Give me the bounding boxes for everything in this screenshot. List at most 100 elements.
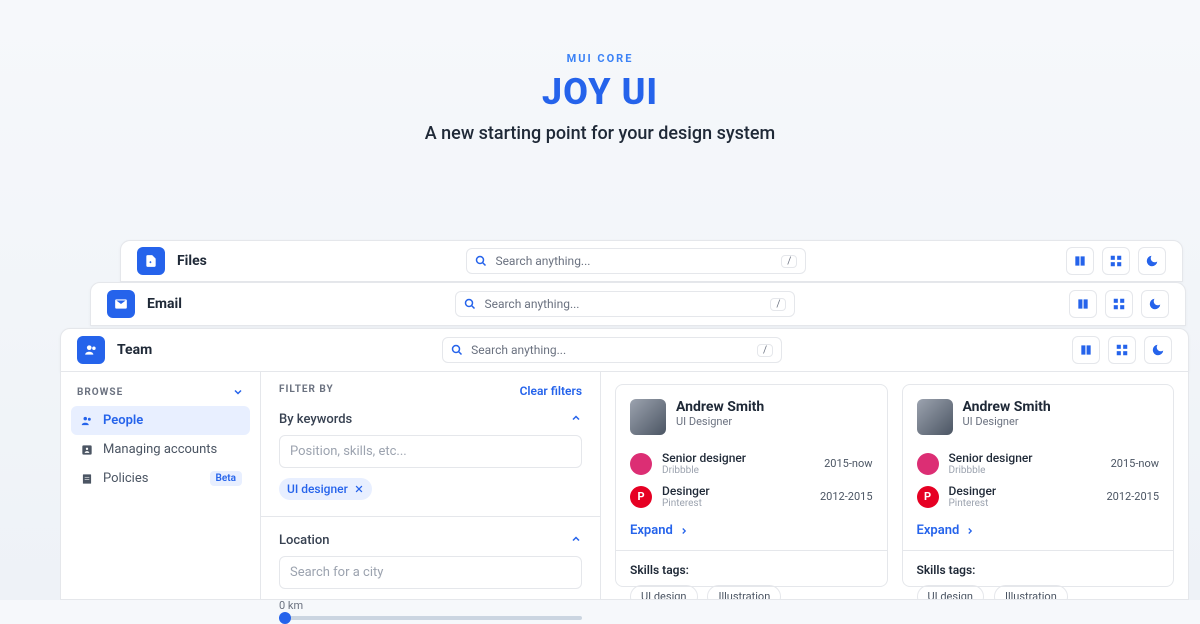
job-dates: 2015-now bbox=[824, 457, 872, 470]
account-icon bbox=[79, 443, 95, 457]
search-placeholder: Search anything... bbox=[484, 297, 579, 311]
chevron-right-icon bbox=[679, 526, 689, 536]
location-input[interactable]: Search for a city bbox=[279, 556, 582, 589]
location-label: Location bbox=[279, 533, 329, 548]
clear-filters-button[interactable]: Clear filters bbox=[520, 384, 582, 398]
grid-icon[interactable] bbox=[1105, 290, 1133, 318]
job-company: Dribbble bbox=[662, 465, 746, 476]
sidebar-heading: BROWSE bbox=[77, 387, 123, 398]
search-placeholder: Search anything... bbox=[495, 254, 590, 268]
person-card: Andrew Smith UI Designer Senior designer… bbox=[902, 384, 1175, 587]
hero-subtitle: A new starting point for your design sys… bbox=[0, 123, 1200, 144]
sidebar-item-label: People bbox=[103, 413, 143, 428]
distance-slider[interactable] bbox=[279, 616, 582, 620]
job-row: Senior designerDribbble 2015-now bbox=[630, 447, 873, 480]
slider-thumb[interactable] bbox=[279, 612, 291, 624]
job-company: Pinterest bbox=[949, 498, 997, 509]
moon-icon[interactable] bbox=[1144, 336, 1172, 364]
skill-tag[interactable]: Illustration bbox=[994, 585, 1068, 599]
team-icon bbox=[77, 336, 105, 364]
avatar bbox=[630, 399, 666, 435]
job-row: P DesingerPinterest 2012-2015 bbox=[630, 480, 873, 513]
chevron-up-icon[interactable] bbox=[570, 533, 582, 545]
chevron-down-icon[interactable] bbox=[232, 386, 244, 398]
kbd-slash: / bbox=[770, 298, 786, 311]
person-role: UI Designer bbox=[963, 415, 1051, 428]
expand-button[interactable]: Expand bbox=[630, 523, 689, 538]
files-icon bbox=[137, 247, 165, 275]
kbd-slash: / bbox=[757, 344, 773, 357]
divider bbox=[903, 550, 1174, 551]
keywords-label: By keywords bbox=[279, 412, 352, 427]
hero-eyebrow: MUI CORE bbox=[0, 52, 1200, 65]
close-icon[interactable] bbox=[354, 484, 364, 494]
search-icon bbox=[464, 298, 476, 310]
person-card: Andrew Smith UI Designer Senior designer… bbox=[615, 384, 888, 587]
email-icon bbox=[107, 290, 135, 318]
team-label: Team bbox=[117, 342, 152, 358]
person-role: UI Designer bbox=[676, 415, 764, 428]
email-label: Email bbox=[147, 296, 182, 312]
email-search[interactable]: Search anything... / bbox=[455, 291, 795, 317]
search-placeholder: Search anything... bbox=[471, 343, 566, 357]
job-dates: 2015-now bbox=[1111, 457, 1159, 470]
job-title: Desinger bbox=[949, 484, 997, 498]
job-company: Dribbble bbox=[949, 465, 1033, 476]
skill-tag[interactable]: UI design bbox=[630, 585, 698, 599]
chevron-up-icon[interactable] bbox=[570, 412, 582, 424]
sidebar-item-people[interactable]: People bbox=[71, 406, 250, 435]
skill-tag[interactable]: UI design bbox=[917, 585, 985, 599]
filters-panel: FILTER BY Clear filters By keywords Posi… bbox=[261, 372, 601, 599]
dribbble-icon bbox=[917, 453, 939, 475]
hero-title: JOY UI bbox=[0, 71, 1200, 113]
sidebar-item-label: Policies bbox=[103, 471, 148, 486]
avatar bbox=[917, 399, 953, 435]
skills-label: Skills tags: bbox=[917, 563, 1160, 577]
chip-label: UI designer bbox=[287, 482, 348, 496]
pinterest-icon: P bbox=[630, 486, 652, 508]
job-title: Senior designer bbox=[662, 451, 746, 465]
job-dates: 2012-2015 bbox=[820, 490, 873, 503]
skills-label: Skills tags: bbox=[630, 563, 873, 577]
book-icon[interactable] bbox=[1066, 247, 1094, 275]
files-search[interactable]: Search anything... / bbox=[466, 248, 806, 274]
keywords-input[interactable]: Position, skills, etc... bbox=[279, 435, 582, 468]
appbar-email: Email Search anything... / bbox=[90, 282, 1186, 326]
filter-chip[interactable]: UI designer bbox=[279, 478, 372, 500]
people-icon bbox=[79, 414, 95, 428]
person-name: Andrew Smith bbox=[676, 399, 764, 415]
divider bbox=[616, 550, 887, 551]
sidebar-item-accounts[interactable]: Managing accounts bbox=[71, 435, 250, 464]
grid-icon[interactable] bbox=[1108, 336, 1136, 364]
team-body: BROWSE People Managing accounts Policies… bbox=[60, 372, 1189, 600]
divider bbox=[261, 516, 600, 517]
book-icon[interactable] bbox=[1072, 336, 1100, 364]
slider-value: 0 km bbox=[279, 599, 303, 612]
book-icon[interactable] bbox=[1069, 290, 1097, 318]
person-name: Andrew Smith bbox=[963, 399, 1051, 415]
job-row: P DesingerPinterest 2012-2015 bbox=[917, 480, 1160, 513]
sidebar: BROWSE People Managing accounts Policies… bbox=[61, 372, 261, 599]
sidebar-item-label: Managing accounts bbox=[103, 442, 217, 457]
job-dates: 2012-2015 bbox=[1107, 490, 1160, 503]
job-row: Senior designerDribbble 2015-now bbox=[917, 447, 1160, 480]
sidebar-item-policies[interactable]: Policies Beta bbox=[71, 464, 250, 493]
skill-tag[interactable]: Illustration bbox=[707, 585, 781, 599]
job-title: Senior designer bbox=[949, 451, 1033, 465]
pinterest-icon: P bbox=[917, 486, 939, 508]
moon-icon[interactable] bbox=[1141, 290, 1169, 318]
search-icon bbox=[475, 255, 487, 267]
cards-area: Andrew Smith UI Designer Senior designer… bbox=[601, 372, 1188, 599]
expand-label: Expand bbox=[917, 523, 960, 538]
dribbble-icon bbox=[630, 453, 652, 475]
chevron-right-icon bbox=[965, 526, 975, 536]
grid-icon[interactable] bbox=[1102, 247, 1130, 275]
job-title: Desinger bbox=[662, 484, 710, 498]
beta-badge: Beta bbox=[210, 471, 242, 486]
search-icon bbox=[451, 344, 463, 356]
team-search[interactable]: Search anything... / bbox=[442, 337, 782, 363]
files-label: Files bbox=[177, 253, 207, 269]
expand-button[interactable]: Expand bbox=[917, 523, 976, 538]
moon-icon[interactable] bbox=[1138, 247, 1166, 275]
filters-heading: FILTER BY bbox=[279, 384, 334, 398]
